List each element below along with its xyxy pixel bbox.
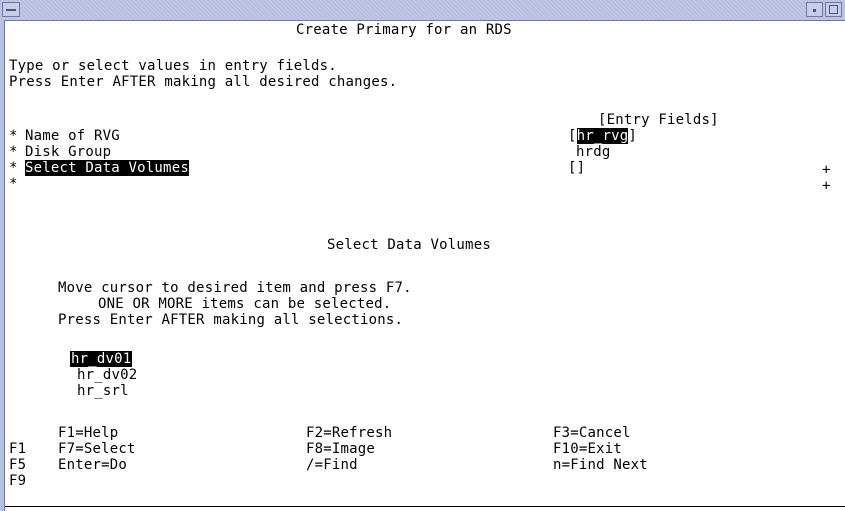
find-next-key[interactable]: n=Find Next — [553, 457, 648, 473]
f2-refresh-key[interactable]: F2=Refresh — [306, 425, 392, 441]
side-key-f5: F5 — [9, 457, 27, 473]
screen-title: Create Primary for an RDS — [296, 22, 512, 38]
window-menu-button[interactable] — [2, 2, 20, 17]
required-marker: * — [9, 160, 18, 176]
window-left-border — [0, 20, 5, 511]
side-key-f9: F9 — [9, 473, 27, 489]
bottom-divider — [5, 506, 845, 507]
side-key-f1: F1 — [9, 441, 27, 457]
entry-fields-header: [Entry Fields] — [598, 112, 719, 128]
rvg-bracket-open: [ — [568, 128, 577, 144]
popup-instruction-2: ONE OR MORE items can be selected. — [98, 296, 392, 312]
volume-item-hr-dv02[interactable]: hr_dv02 — [77, 367, 137, 383]
popup-instruction-1: Move cursor to desired item and press F7… — [58, 280, 412, 296]
volume-item-hr-srl[interactable]: hr_srl — [77, 383, 129, 399]
rvg-name-value[interactable]: hr_rvg — [576, 128, 629, 144]
rvg-name-field[interactable]: [hr_rvg] — [568, 128, 637, 144]
find-key[interactable]: /=Find — [306, 457, 358, 473]
volume-item-hr-dv01[interactable]: hr_dv01 — [70, 351, 133, 367]
instruction-line-1: Type or select values in entry fields. — [9, 58, 337, 74]
list-indicator-plus: + — [822, 178, 831, 194]
minimize-button[interactable] — [806, 2, 823, 17]
maximize-button[interactable] — [825, 2, 842, 17]
popup-title: Select Data Volumes — [327, 237, 491, 253]
popup-instruction-3: Press Enter AFTER making all selections. — [58, 312, 404, 328]
enter-do-key[interactable]: Enter=Do — [58, 457, 127, 473]
select-data-volumes-label[interactable]: Select Data Volumes — [25, 160, 189, 176]
instruction-line-2: Press Enter AFTER making all desired cha… — [9, 74, 398, 90]
data-volumes-field[interactable]: [] — [568, 160, 585, 176]
disk-group-label: Disk Group — [25, 144, 112, 160]
f7-select-key[interactable]: F7=Select — [58, 441, 136, 457]
f10-exit-key[interactable]: F10=Exit — [553, 441, 622, 457]
f1-help-key[interactable]: F1=Help — [58, 425, 118, 441]
window-titlebar[interactable] — [0, 0, 845, 21]
required-marker: * — [9, 176, 18, 192]
required-marker: * — [9, 144, 18, 160]
terminal-window: Create Primary for an RDS Type or select… — [0, 0, 845, 511]
f8-image-key[interactable]: F8=Image — [306, 441, 375, 457]
rvg-name-label: Name of RVG — [25, 128, 120, 144]
rvg-bracket-close: ] — [628, 128, 638, 144]
f3-cancel-key[interactable]: F3=Cancel — [553, 425, 631, 441]
list-indicator-plus: + — [822, 162, 831, 178]
required-marker: * — [9, 128, 18, 144]
disk-group-value: hrdg — [576, 144, 611, 160]
